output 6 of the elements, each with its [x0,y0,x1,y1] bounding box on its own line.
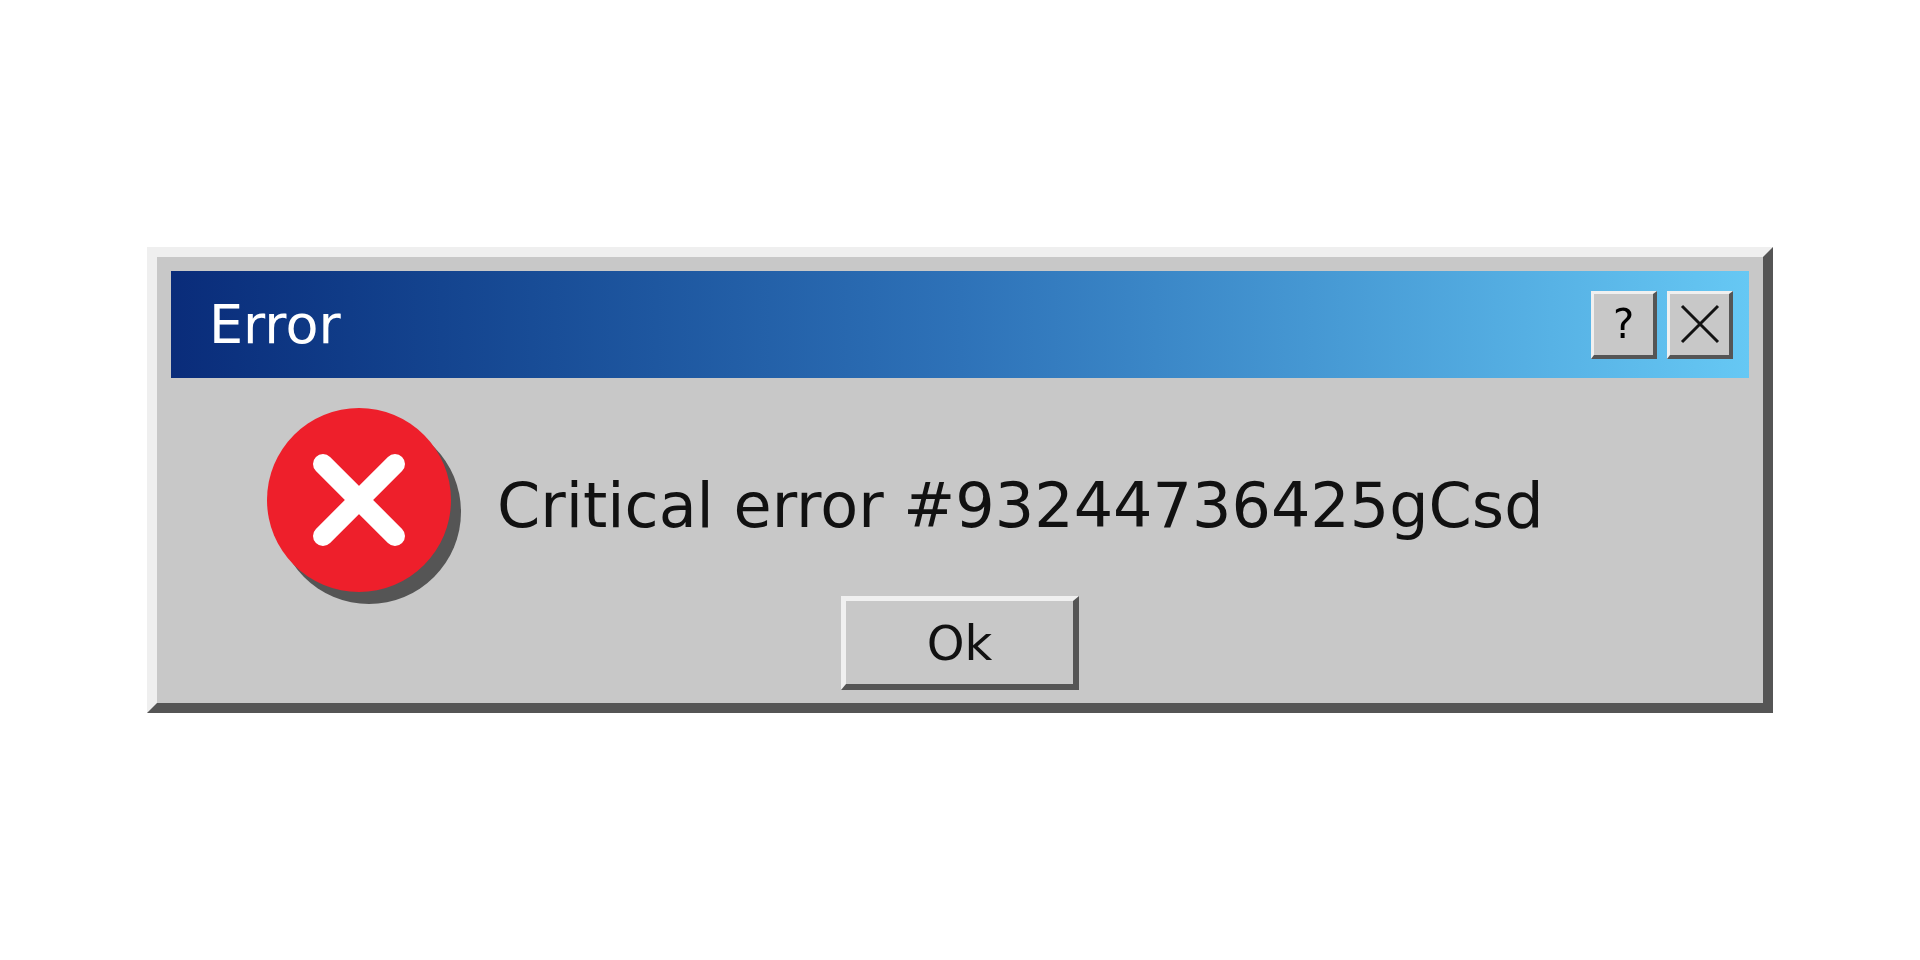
close-button[interactable] [1667,290,1733,359]
ok-button[interactable]: Ok [841,596,1079,690]
error-message: Critical error #93244736425gCsd [497,467,1544,544]
help-button[interactable]: ? [1591,290,1657,359]
close-icon [1679,304,1720,344]
window-title: Error [209,292,342,358]
